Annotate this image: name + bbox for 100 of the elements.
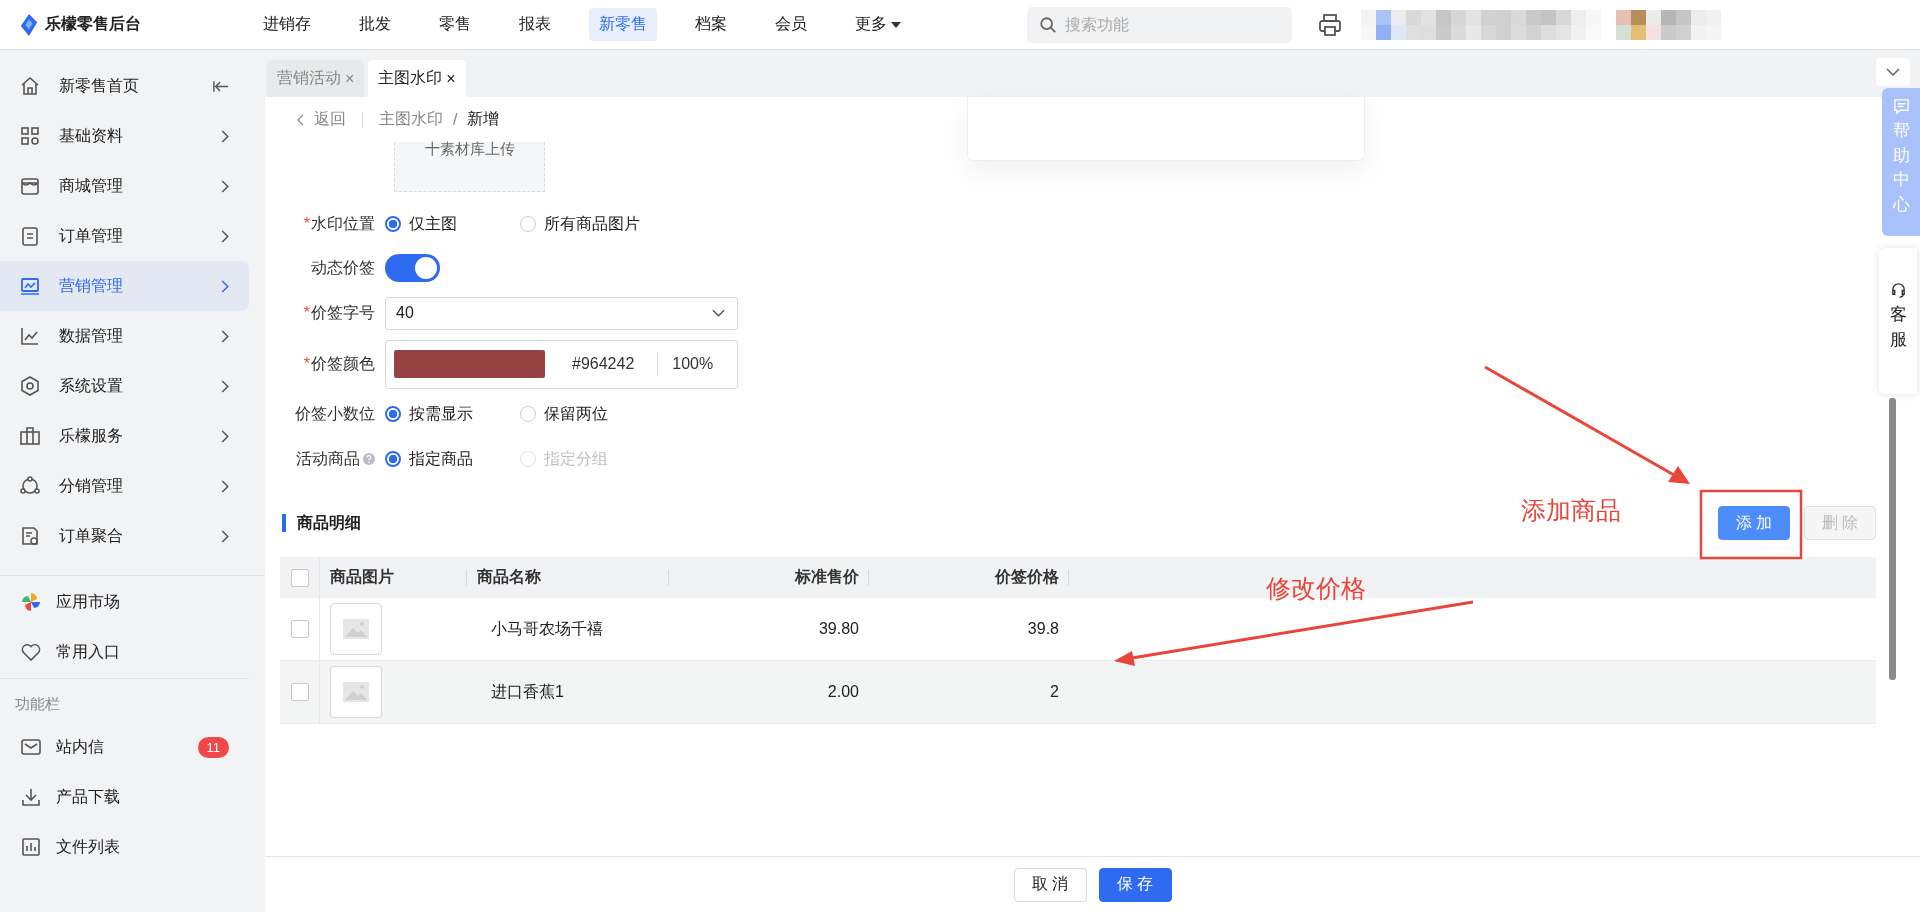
count-badge: 11 — [197, 736, 229, 758]
radio-button[interactable] — [385, 216, 401, 232]
chevron-icon — [221, 379, 229, 393]
grid-icon — [19, 125, 41, 147]
sidebar-item[interactable]: 基础资料 — [0, 111, 249, 161]
section-heading: 功能栏 — [14, 694, 61, 714]
section-title: 商品明细 — [282, 514, 361, 532]
breadcrumb-item[interactable]: 主图水印 — [379, 109, 443, 130]
sidebar-item[interactable]: 数据管理 — [0, 311, 249, 361]
document-icon — [19, 225, 41, 247]
settings-icon — [19, 375, 41, 397]
radio-button[interactable] — [385, 406, 401, 422]
printer-icon[interactable] — [1318, 12, 1342, 37]
required-mark: * — [303, 355, 310, 373]
chevron-down-icon — [1886, 68, 1900, 76]
sidebar-item[interactable]: 营销管理 — [0, 261, 249, 311]
required-mark: * — [303, 215, 310, 233]
column-header: 标准售价 — [795, 567, 859, 587]
sidebar-item[interactable]: 分销管理 — [0, 461, 249, 511]
back-link[interactable]: 返回 — [297, 109, 346, 130]
close-icon[interactable]: × — [446, 69, 456, 88]
collapse-icon[interactable] — [213, 79, 229, 93]
search-field[interactable]: 搜索功能 — [1027, 6, 1292, 43]
help-icon[interactable] — [363, 453, 375, 465]
radio-button[interactable] — [520, 216, 536, 232]
table-cell: 2 — [1050, 683, 1059, 701]
sidebar-item[interactable]: 商城管理 — [0, 161, 249, 211]
breadcrumb-separator: / — [453, 110, 458, 129]
radio-option[interactable]: 指定商品 — [385, 448, 520, 470]
footer-button[interactable]: 保 存 — [1098, 867, 1172, 902]
tabs-dropdown-button[interactable] — [1876, 58, 1910, 86]
color-picker[interactable]: #964242 100% — [385, 339, 738, 389]
nav-item[interactable]: 批发 — [349, 8, 401, 41]
table-cell: 39.80 — [818, 620, 859, 638]
search-icon — [1039, 15, 1057, 34]
hex-value[interactable]: #964242 — [572, 355, 635, 373]
breadcrumb-item: 新增 — [467, 109, 500, 129]
required-mark: * — [303, 304, 310, 322]
field-label: 活动商品 — [296, 448, 360, 469]
sidebar-item[interactable]: 新零售首页 — [0, 61, 249, 111]
logo-icon — [19, 13, 39, 36]
sidebar-item[interactable]: 订单聚合 — [0, 511, 249, 561]
heart-icon — [20, 641, 42, 663]
table-cell-text: 小马哥农场千禧 — [491, 618, 603, 639]
radio-option[interactable]: 保留两位 — [520, 403, 655, 425]
sidebar-item[interactable]: 乐檬服务 — [0, 411, 249, 461]
color-swatch[interactable] — [394, 350, 545, 378]
sidebar-item[interactable]: 订单管理 — [0, 211, 249, 261]
app-title: 乐檬零售后台 — [45, 14, 141, 34]
nav-item[interactable]: 报表 — [509, 8, 561, 41]
table-cell: 39.8 — [1027, 620, 1059, 638]
nav-item[interactable]: 会员 — [765, 8, 817, 41]
select-field[interactable]: 40 — [385, 296, 738, 330]
home-icon — [19, 75, 41, 97]
checkbox[interactable] — [290, 568, 309, 587]
radio-button[interactable] — [385, 451, 401, 467]
monitor-icon — [19, 275, 41, 297]
sidebar-item[interactable]: 文件列表 — [0, 822, 249, 872]
toggle-switch[interactable] — [385, 254, 440, 282]
chevron-icon — [221, 329, 229, 343]
tab[interactable]: 主图水印 × — [368, 60, 466, 97]
sidebar-item[interactable]: 产品下载 — [0, 772, 249, 822]
scrollbar[interactable] — [1889, 398, 1896, 680]
sidebar-item[interactable]: 常用入口 — [0, 627, 249, 677]
nav-item[interactable]: 进销存 — [253, 8, 321, 41]
action-button: 删 除 — [1804, 506, 1876, 540]
field-label: 价签字号 — [311, 302, 375, 323]
table-cell: 2.00 — [827, 683, 859, 701]
field-label: 价签小数位 — [295, 403, 375, 424]
chat-icon — [1892, 98, 1910, 115]
radio-option[interactable]: 仅主图 — [385, 213, 520, 235]
table-cell-text: 进口香蕉1 — [491, 681, 564, 702]
opacity-value[interactable]: 100% — [672, 355, 714, 373]
briefcase-icon — [19, 425, 41, 447]
sidebar-item[interactable]: 应用市场 — [0, 577, 249, 627]
file-icon — [19, 525, 41, 547]
customer-service-tab[interactable]: 客服 — [1879, 248, 1917, 394]
nav-item[interactable]: 新零售 — [589, 8, 657, 41]
headset-icon — [1889, 282, 1907, 299]
chevron-icon — [221, 479, 229, 493]
chevron-icon — [221, 129, 229, 143]
nav-item[interactable]: 零售 — [429, 8, 481, 41]
image-icon — [343, 682, 369, 702]
upload-box[interactable]: 十素材库上传 — [394, 142, 545, 192]
nav-item[interactable]: 更多 — [845, 8, 911, 41]
radio-button[interactable] — [520, 406, 536, 422]
chevron-icon — [221, 279, 229, 293]
checkbox[interactable] — [290, 620, 309, 638]
store-icon — [19, 175, 41, 197]
sidebar-item[interactable]: 系统设置 — [0, 361, 249, 411]
chevron-down-icon — [712, 309, 725, 317]
checkbox[interactable] — [290, 683, 309, 701]
radio-option: 指定分组 — [520, 448, 655, 470]
nav-item[interactable]: 档案 — [685, 8, 737, 41]
radio-option[interactable]: 所有商品图片 — [520, 213, 655, 235]
table-row[interactable]: 进口香蕉1 2.00 2 — [280, 661, 1876, 724]
footer-button[interactable]: 取 消 — [1013, 867, 1087, 902]
sidebar-item[interactable]: 站内信 11 — [0, 722, 249, 772]
radio-option[interactable]: 按需显示 — [385, 403, 520, 425]
chart-icon — [19, 325, 41, 347]
